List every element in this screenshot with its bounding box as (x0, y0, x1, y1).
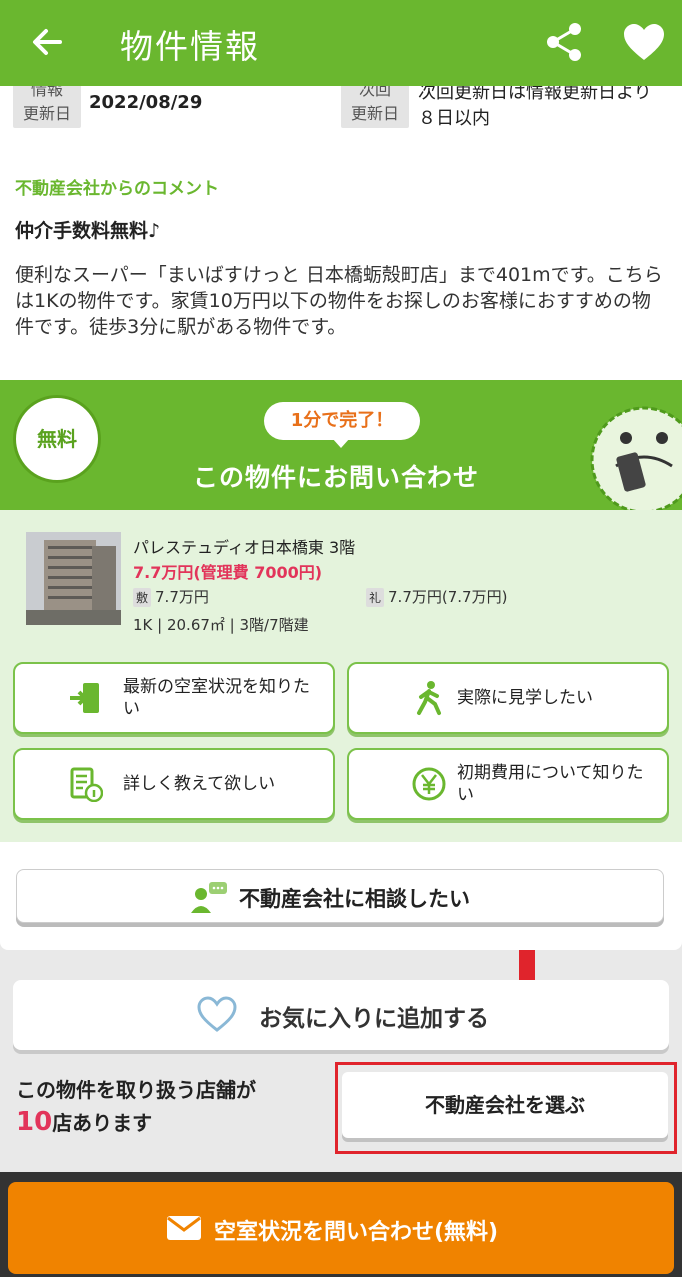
updated-chip-line2: 更新日 (22, 104, 71, 123)
next-chip-line2: 更新日 (350, 104, 399, 123)
vacancy-inquiry-label: 空室状況を問い合わせ(無料) (214, 1220, 499, 1245)
property-price: 7.7万円(管理費 7000円) (133, 563, 323, 582)
document-info-icon (70, 767, 103, 802)
page-title: 物件情報 (120, 27, 260, 66)
inquiry-title: この物件にお問い合わせ (193, 463, 480, 492)
shop-text-line1: この物件を取り扱う店舗が (16, 1078, 256, 1102)
consult-button[interactable]: 不動産会社に相談したい (16, 869, 664, 923)
shop-count-text: この物件を取り扱う店舗が 10店あります (16, 1074, 256, 1139)
vacancy-inquiry-button[interactable]: 空室状況を問い合わせ(無料) (8, 1182, 674, 1274)
shop-text-suffix: 店あります (52, 1111, 153, 1135)
option-viewing-label: 実際に見学したい (457, 688, 593, 708)
property-thumbnail[interactable] (26, 532, 121, 625)
inquiry-options-section: パレステュディオ日本橋東 3階 7.7万円(管理費 7000円) 敷 7.7万円 … (0, 510, 682, 842)
next-update-chip: 次回 更新日 (341, 86, 409, 128)
key-money-badge: 礼 (366, 588, 385, 607)
back-arrow-icon[interactable] (30, 22, 66, 62)
deposit-row: 敷 7.7万円 (133, 586, 209, 607)
deposit-value: 7.7万円 (155, 588, 209, 606)
consult-section: 不動産会社に相談したい (0, 842, 682, 950)
option-viewing-button[interactable]: 実際に見学したい (347, 662, 669, 734)
add-favorite-button[interactable]: お気に入りに追加する (13, 980, 669, 1050)
one-minute-bubble: 1分で完了！ (264, 402, 420, 448)
key-money-row: 礼 7.7万円(7.7万円) (366, 586, 507, 607)
bottom-bar: 空室状況を問い合わせ(無料) (0, 1172, 682, 1277)
property-name: パレステュディオ日本橋東 3階 (133, 538, 356, 557)
walking-person-icon (417, 681, 441, 715)
choose-agency-button[interactable]: 不動産会社を選ぶ (342, 1072, 668, 1138)
add-favorite-label: お気に入りに追加する (259, 1006, 489, 1032)
heart-outline-icon (197, 996, 237, 1032)
yen-coin-icon (412, 767, 446, 801)
mail-icon (167, 1216, 201, 1240)
option-vacancy-label: 最新の空室状況を知りたい (123, 677, 310, 719)
consult-label: 不動産会社に相談したい (239, 887, 470, 911)
comment-body: 便利なスーパー「まいばすけっと 日本橋蛎殻町店」まで401mです。こちらは1Kの… (15, 264, 663, 338)
share-icon[interactable] (542, 20, 586, 64)
comment-label: 不動産会社からのコメント (15, 179, 219, 199)
favorite-heart-icon[interactable] (622, 22, 666, 62)
inquiry-header: 無料 1分で完了！ この物件にお問い合わせ (0, 380, 682, 510)
updated-date: 2022/08/29 (89, 92, 203, 113)
option-initial-cost-button[interactable]: 初期費用について知りたい (347, 748, 669, 820)
option-initial-cost-label: 初期費用について知りたい (457, 763, 644, 805)
option-details-button[interactable]: 詳しく教えて欲しい (13, 748, 335, 820)
door-exit-icon (70, 683, 99, 713)
free-badge: 無料 (13, 395, 101, 483)
key-money-value: 7.7万円(7.7万円) (388, 588, 508, 606)
deposit-badge: 敷 (133, 588, 152, 607)
shop-count: 10 (16, 1107, 53, 1137)
building-photo-icon (26, 532, 121, 625)
shop-text-line2: 10店あります (16, 1106, 256, 1139)
option-vacancy-button[interactable]: 最新の空室状況を知りたい (13, 662, 335, 734)
updated-chip: 情報 更新日 (13, 86, 81, 128)
next-update-text: 次回更新日は情報更新日より８日以内 (418, 86, 652, 129)
updated-chip-line1: 情報 (30, 86, 63, 99)
option-details-label: 詳しく教えて欲しい (123, 774, 276, 794)
person-chat-icon (191, 882, 227, 913)
mascot-icon (590, 406, 682, 510)
property-info-section: 情報 更新日 2022/08/29 次回 更新日 次回更新日は情報更新日より８日… (0, 86, 682, 380)
next-chip-line1: 次回 (358, 86, 391, 99)
property-spec: 1K | 20.67㎡ | 3階/7階建 (133, 616, 309, 634)
app-header: 物件情報 (0, 0, 682, 86)
comment-title: 仲介手数料無料♪ (15, 220, 161, 242)
